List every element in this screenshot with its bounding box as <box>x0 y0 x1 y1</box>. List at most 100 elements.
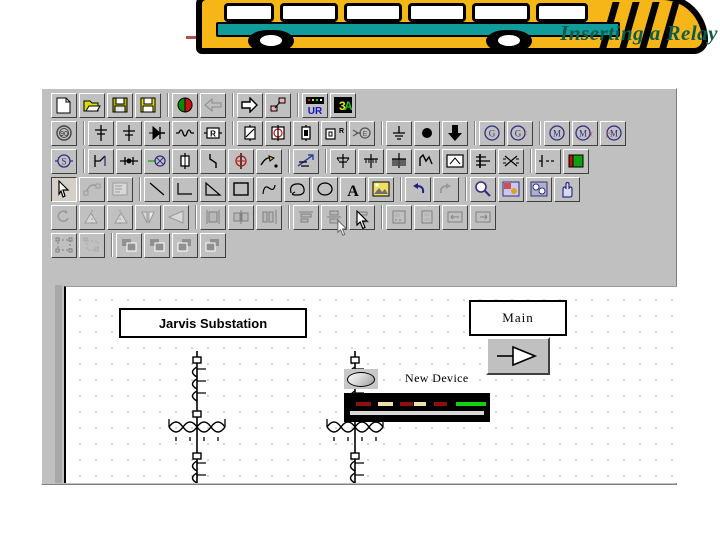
line-tower-1-icon[interactable] <box>330 148 356 174</box>
three-a-device-icon[interactable]: 3A <box>330 92 356 118</box>
diode-icon[interactable] <box>144 120 170 146</box>
ungroup-icon[interactable] <box>79 232 105 258</box>
motor-red-icon[interactable]: M |< <box>600 120 626 146</box>
resistor-box-icon[interactable]: R <box>200 120 226 146</box>
redo-icon[interactable] <box>433 176 459 202</box>
disconnect-icon[interactable] <box>116 148 142 174</box>
toolbar-row-order <box>42 231 676 259</box>
transformer-coil-left[interactable] <box>166 349 228 483</box>
space-h-icon[interactable] <box>442 204 468 230</box>
line-tower-2-icon[interactable] <box>358 148 384 174</box>
slide-footer: ·································· HMI 8… <box>0 488 720 540</box>
switch-icon[interactable] <box>88 148 114 174</box>
insert-arrow-icon[interactable] <box>237 92 263 118</box>
line-tool-icon[interactable] <box>144 176 170 202</box>
link-line-icon[interactable] <box>265 92 291 118</box>
ellipse-tool-icon[interactable] <box>312 176 338 202</box>
transformer-1-icon[interactable] <box>237 120 263 146</box>
send-back-icon[interactable] <box>200 232 226 258</box>
node-edit-icon[interactable] <box>79 176 105 202</box>
motor-icon[interactable]: M <box>544 120 570 146</box>
bring-front-icon[interactable] <box>116 232 142 258</box>
svg-text:R: R <box>210 130 216 139</box>
flip-2-icon[interactable] <box>107 204 133 230</box>
canvas-scrollbar[interactable] <box>42 285 64 483</box>
palette-icon[interactable] <box>498 176 524 202</box>
ground-e-icon[interactable]: E <box>349 120 375 146</box>
flow-arrows-icon[interactable] <box>293 148 319 174</box>
send-backward-icon[interactable] <box>172 232 198 258</box>
align-left-icon[interactable] <box>200 204 226 230</box>
device-handle-oval[interactable] <box>344 369 378 389</box>
undo-icon[interactable] <box>405 176 431 202</box>
pan-hand-icon[interactable] <box>554 176 580 202</box>
ninety-circle-icon[interactable]: 90 <box>51 120 77 146</box>
rectangle-tool-icon[interactable] <box>228 176 254 202</box>
ground-icon[interactable] <box>386 120 412 146</box>
source-s-icon[interactable]: S <box>51 148 77 174</box>
drawing-canvas[interactable]: Jarvis Substation Main New Device <box>64 286 677 483</box>
battery-icon[interactable] <box>293 120 319 146</box>
skew-icon[interactable] <box>163 204 189 230</box>
curve-tool-icon[interactable] <box>256 176 282 202</box>
wave-source-icon[interactable] <box>172 120 198 146</box>
text-tool-icon[interactable]: A <box>340 176 366 202</box>
relay-faceplate[interactable] <box>344 393 490 422</box>
bus-junction-icon[interactable] <box>88 120 114 146</box>
toolbar-separator <box>163 93 172 117</box>
ct-icon[interactable] <box>144 148 170 174</box>
open-folder-icon[interactable] <box>79 92 105 118</box>
substation-label-box[interactable]: Jarvis Substation <box>119 308 307 338</box>
motor-alt-icon[interactable]: Mχ <box>572 120 598 146</box>
node-dot-icon[interactable] <box>414 120 440 146</box>
align-top-icon[interactable] <box>293 204 319 230</box>
toolbar-separator <box>377 205 386 229</box>
polyline-tool-icon[interactable] <box>172 176 198 202</box>
line-tower-3-icon[interactable] <box>386 148 412 174</box>
flip-1-icon[interactable] <box>79 204 105 230</box>
capacitor-icon[interactable] <box>116 120 142 146</box>
freeform-tool-icon[interactable] <box>284 176 310 202</box>
generator-alt-icon[interactable]: Gε <box>507 120 533 146</box>
toolbar-separator <box>228 121 237 145</box>
group-icon[interactable] <box>51 232 77 258</box>
pt-icon[interactable] <box>228 148 254 174</box>
cross-link-icon[interactable] <box>498 148 524 174</box>
rotate-icon[interactable] <box>51 204 77 230</box>
led-red-1 <box>356 402 371 406</box>
new-file-icon[interactable] <box>51 92 77 118</box>
breaker-r-icon[interactable]: R <box>321 120 347 146</box>
back-arrow-icon[interactable] <box>200 92 226 118</box>
transformer-2-icon[interactable] <box>265 120 291 146</box>
color-block-icon[interactable] <box>563 148 589 174</box>
connect-status-icon[interactable] <box>172 92 198 118</box>
align-right-icon[interactable] <box>256 204 282 230</box>
meter-box-icon[interactable] <box>442 148 468 174</box>
oval-icon <box>347 371 375 387</box>
new-device-group[interactable]: New Device <box>344 369 504 422</box>
zoom-icon[interactable] <box>470 176 496 202</box>
down-arrow-icon[interactable] <box>442 120 468 146</box>
busbar-icon[interactable] <box>470 148 496 174</box>
mirror-icon[interactable] <box>135 204 161 230</box>
align-center-icon[interactable] <box>228 204 254 230</box>
arrester-icon[interactable] <box>256 148 282 174</box>
space-v-icon[interactable] <box>470 204 496 230</box>
save-as-icon[interactable] <box>135 92 161 118</box>
select-arrow-icon[interactable] <box>51 176 77 202</box>
terminal-icon[interactable] <box>535 148 561 174</box>
layers-icon[interactable] <box>526 176 552 202</box>
properties-icon[interactable] <box>107 176 133 202</box>
bring-forward-icon[interactable] <box>144 232 170 258</box>
waveform-icon[interactable] <box>414 148 440 174</box>
distribute-h-icon[interactable] <box>414 204 440 230</box>
breaker-icon[interactable] <box>200 148 226 174</box>
distribute-v-icon[interactable] <box>386 204 412 230</box>
triangle-tool-icon[interactable] <box>200 176 226 202</box>
save-icon[interactable] <box>107 92 133 118</box>
main-label-box[interactable]: Main <box>469 300 567 336</box>
image-tool-icon[interactable] <box>368 176 394 202</box>
fuse-icon[interactable] <box>172 148 198 174</box>
ur-device-icon[interactable]: UR <box>302 92 328 118</box>
generator-icon[interactable]: G <box>479 120 505 146</box>
